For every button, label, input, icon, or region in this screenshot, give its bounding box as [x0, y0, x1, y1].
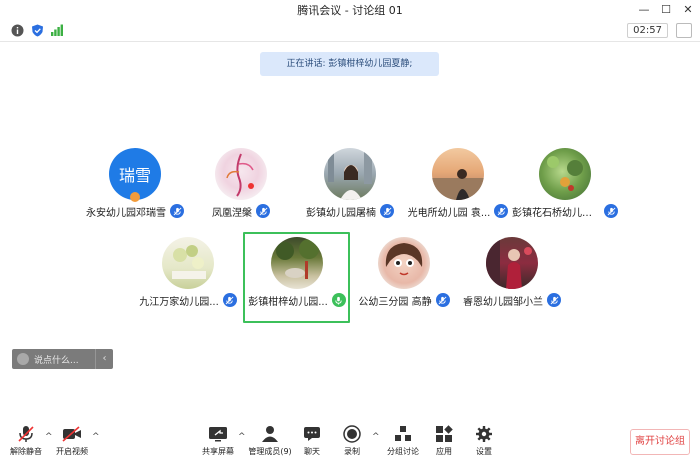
- avatar-initials: 瑞雪: [118, 166, 151, 185]
- share-screen-label: 共享屏幕: [202, 447, 234, 456]
- layout-toggle-button[interactable]: [676, 23, 692, 38]
- participant-name: 凤凰涅槃: [212, 207, 252, 219]
- settings-button[interactable]: 设置: [458, 424, 510, 457]
- participant-name: 彭镇柑梓幼儿园...: [248, 296, 328, 308]
- share-screen-icon: [192, 424, 244, 444]
- leave-breakout-button[interactable]: 离开讨论组: [630, 429, 690, 455]
- record-label: 录制: [344, 447, 360, 456]
- participant-name: 光电所幼儿园 袁...: [407, 207, 491, 219]
- avatar: [162, 237, 214, 289]
- participant-tile[interactable]: 瑞雪 永安幼儿园邓瑞雪: [81, 148, 189, 219]
- avatar: [539, 148, 591, 200]
- settings-label: 设置: [476, 447, 492, 456]
- avatar: [271, 237, 323, 289]
- mic-muted-icon: [494, 204, 509, 218]
- participant-name: 睿恩幼儿园邹小兰: [463, 296, 543, 308]
- bottom-toolbar: 解除静音 ^ 开启视频 ^ 共享屏幕 ^ 管理成员(9) 聊天 录制 ^ 分组讨…: [0, 422, 700, 462]
- unmute-label: 解除静音: [10, 447, 42, 456]
- participant-name: 九江万家幼儿园...: [139, 296, 219, 308]
- meeting-toolbar: 02:57: [0, 20, 700, 42]
- share-screen-button[interactable]: 共享屏幕: [192, 424, 244, 457]
- chat-input[interactable]: 说点什么... ‹: [12, 349, 113, 369]
- participant-name: 彭镇幼儿园屠楠: [306, 207, 376, 219]
- participant-tile[interactable]: 九江万家幼儿园...: [134, 237, 242, 308]
- maximize-button[interactable]: ☐: [656, 0, 676, 18]
- chevron-left-icon[interactable]: ‹: [95, 349, 113, 369]
- avatar: [432, 148, 484, 200]
- participant-tile[interactable]: 公幼三分园 高静: [350, 237, 458, 308]
- avatar: [486, 237, 538, 289]
- mic-muted-icon: [256, 204, 270, 218]
- gear-icon: [458, 424, 510, 444]
- mic-muted-icon: [222, 293, 237, 307]
- video-off-icon: [46, 424, 98, 444]
- avatar: [378, 237, 430, 289]
- start-video-button[interactable]: 开启视频: [46, 424, 98, 457]
- mic-muted-icon: [380, 204, 394, 218]
- mic-muted-icon: [547, 293, 561, 307]
- participant-name: 公幼三分园 高静: [358, 296, 432, 308]
- meeting-timer: 02:57: [627, 23, 668, 38]
- mic-muted-icon: [435, 293, 450, 307]
- participant-tile[interactable]: 彭镇花石桥幼儿园...: [511, 148, 619, 219]
- participant-tile[interactable]: 凤凰涅槃: [187, 148, 295, 219]
- security-shield-icon[interactable]: [30, 23, 44, 37]
- participant-name: 彭镇花石桥幼儿园...: [512, 207, 600, 219]
- chat-placeholder: 说点什么...: [34, 355, 79, 366]
- record-icon: [326, 424, 378, 444]
- participant-name: 永安幼儿园邓瑞雪: [86, 207, 166, 219]
- avatar: [324, 148, 376, 200]
- participant-tile-active[interactable]: 彭镇柑梓幼儿园...: [243, 237, 351, 308]
- participant-tile[interactable]: 彭镇幼儿园屠楠: [296, 148, 404, 219]
- minimize-button[interactable]: —: [634, 0, 654, 18]
- participant-tile[interactable]: 睿恩幼儿园邹小兰: [458, 237, 566, 308]
- title-bar: 腾讯会议 - 讨论组 01 — ☐ ✕: [0, 0, 700, 18]
- host-badge-icon: [130, 192, 140, 202]
- emoji-icon[interactable]: [17, 353, 29, 365]
- avatar: [215, 148, 267, 200]
- window-title: 腾讯会议 - 讨论组 01: [297, 4, 403, 17]
- record-button[interactable]: 录制: [326, 424, 378, 457]
- mic-muted-icon: [604, 204, 618, 218]
- participant-tile[interactable]: 光电所幼儿园 袁...: [404, 148, 512, 219]
- signal-strength-icon[interactable]: [50, 23, 64, 37]
- chevron-up-icon[interactable]: ^: [92, 432, 100, 442]
- info-icon[interactable]: [10, 23, 24, 37]
- mic-muted-icon: [170, 204, 184, 218]
- speaking-indicator: 正在讲话: 彭镇柑梓幼儿园夏静;: [260, 52, 439, 76]
- start-video-label: 开启视频: [56, 447, 88, 456]
- close-button[interactable]: ✕: [678, 0, 698, 18]
- mic-speaking-icon: [331, 293, 346, 307]
